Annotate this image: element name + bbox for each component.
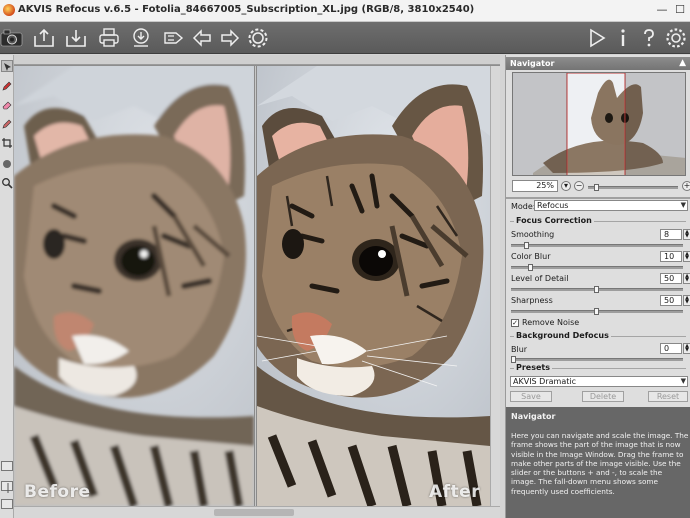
param-slider[interactable] — [511, 286, 683, 293]
window-title: AKVIS Refocus v.6.5 - Fotolia_84667005_S… — [18, 4, 475, 15]
hand-icon[interactable] — [1, 157, 13, 169]
panel-separator — [506, 197, 690, 199]
help-title: Navigator — [511, 412, 556, 421]
undo-icon[interactable] — [190, 26, 214, 50]
split-view-icon[interactable] — [1, 481, 13, 493]
before-label: Before — [24, 482, 91, 502]
chevron-down-icon: ▼ — [680, 201, 686, 209]
print-icon[interactable] — [97, 26, 121, 50]
maximize-button[interactable]: ☐ — [672, 2, 688, 18]
param-label: Smoothing — [511, 230, 555, 239]
crop-icon[interactable] — [1, 137, 13, 149]
image-window[interactable]: Before After — [14, 55, 500, 518]
brush-icon[interactable] — [1, 118, 13, 130]
blur-slider[interactable] — [511, 356, 683, 363]
preset-select[interactable]: AKVIS Dramatic ▼ — [510, 376, 688, 387]
param-value-field[interactable]: 10 — [660, 251, 682, 262]
param-slider[interactable] — [511, 242, 683, 249]
remove-noise-checkbox[interactable]: ✓ — [511, 319, 519, 327]
settings-panel: Navigator ▲ 25% ▾ − + Mode: Refocus ▼ Fo… — [505, 55, 690, 518]
eraser-icon[interactable] — [1, 99, 13, 111]
help-box: Navigator Here you can navigate and scal… — [506, 407, 690, 518]
canvas-ruler — [14, 55, 500, 65]
redo-icon[interactable] — [218, 26, 242, 50]
param-slider-knob[interactable] — [594, 286, 599, 293]
blur-spinner[interactable]: ▲ ▼ — [683, 343, 690, 354]
navigator-tool-icon[interactable] — [1, 60, 13, 72]
horizontal-scroll-thumb[interactable] — [214, 509, 294, 516]
zoom-slider[interactable] — [588, 184, 678, 191]
zoom-out-button[interactable]: − — [574, 181, 584, 191]
settings-gear-icon[interactable] — [246, 26, 270, 50]
zoom-icon[interactable] — [1, 177, 13, 189]
zoom-slider-knob[interactable] — [594, 184, 599, 191]
vertical-scrollbar[interactable] — [490, 66, 500, 506]
tool-strip — [0, 55, 14, 518]
main-toolbar — [0, 22, 690, 54]
param-spinner[interactable]: ▲ ▼ — [683, 295, 690, 306]
blur-slider-knob[interactable] — [511, 356, 516, 363]
minimize-button[interactable]: — — [654, 2, 670, 18]
after-label: After — [429, 482, 481, 502]
chevron-down-icon: ▼ — [680, 377, 686, 385]
zoom-dropdown-icon[interactable]: ▾ — [561, 181, 571, 191]
remove-noise-label: Remove Noise — [522, 318, 580, 327]
param-slider-knob[interactable] — [594, 308, 599, 315]
zoom-field[interactable]: 25% — [512, 180, 558, 192]
app-logo-icon — [3, 4, 15, 16]
title-bar: AKVIS Refocus v.6.5 - Fotolia_84667005_S… — [0, 0, 690, 22]
preset-select-value: AKVIS Dramatic — [513, 377, 576, 386]
open-image-icon[interactable] — [32, 26, 56, 50]
mode-select-value: Refocus — [537, 201, 569, 210]
camera-icon[interactable] — [0, 26, 24, 50]
param-slider[interactable] — [511, 264, 683, 271]
navigator-header: Navigator — [506, 57, 690, 70]
blur-label: Blur — [511, 345, 528, 354]
param-value-field[interactable]: 50 — [660, 273, 682, 284]
param-slider-knob[interactable] — [524, 242, 529, 249]
mode-select[interactable]: Refocus ▼ — [534, 200, 688, 211]
navigator-thumbnail[interactable] — [512, 72, 686, 176]
swap-view-icon[interactable] — [1, 499, 13, 509]
run-icon[interactable] — [585, 26, 609, 50]
preferences-icon[interactable] — [664, 26, 688, 50]
pencil-icon[interactable] — [1, 80, 13, 92]
before-image: Before — [14, 66, 254, 506]
share-icon[interactable] — [129, 26, 153, 50]
help-icon[interactable] — [637, 26, 661, 50]
zoom-controls: 25% ▾ − + — [512, 180, 690, 194]
zoom-in-button[interactable]: + — [682, 181, 690, 191]
delete-preset-button[interactable]: Delete — [582, 391, 624, 402]
horizontal-scrollbar[interactable] — [14, 506, 500, 518]
blur-field[interactable]: 0 — [660, 343, 682, 354]
param-label: Level of Detail — [511, 274, 569, 283]
single-view-icon[interactable] — [1, 461, 13, 471]
param-label: Color Blur — [511, 252, 551, 261]
presets-title: Presets — [514, 363, 553, 372]
param-spinner[interactable]: ▲ ▼ — [683, 273, 690, 284]
param-value-field[interactable]: 50 — [660, 295, 682, 306]
param-slider[interactable] — [511, 308, 683, 315]
reset-preset-button[interactable]: Reset — [648, 391, 688, 402]
focus-correction-title: Focus Correction — [514, 216, 594, 225]
collapse-icon[interactable]: ▲ — [679, 57, 686, 70]
param-slider-knob[interactable] — [528, 264, 533, 271]
info-icon[interactable] — [611, 26, 635, 50]
param-spinner[interactable]: ▲ ▼ — [683, 251, 690, 262]
background-defocus-title: Background Defocus — [514, 331, 611, 340]
param-label: Sharpness — [511, 296, 553, 305]
batch-icon[interactable] — [162, 26, 186, 50]
after-image: After — [257, 66, 490, 506]
param-spinner[interactable]: ▲ ▼ — [683, 229, 690, 240]
mode-label: Mode: — [511, 202, 536, 211]
param-value-field[interactable]: 8 — [660, 229, 682, 240]
save-preset-button[interactable]: Save — [510, 391, 552, 402]
help-text: Here you can navigate and scale the imag… — [511, 431, 689, 496]
save-image-icon[interactable] — [64, 26, 88, 50]
